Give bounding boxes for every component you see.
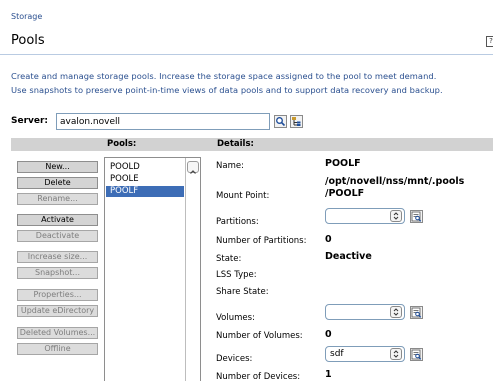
- pool-item[interactable]: POOLD: [106, 162, 184, 173]
- increase-size-button[interactable]: Increase size...: [17, 251, 98, 263]
- volumes-label: Volumes:: [216, 313, 255, 323]
- deactivate-pool-button[interactable]: Deactivate: [17, 230, 98, 242]
- offline-button[interactable]: Offline: [17, 343, 98, 355]
- devices-details-icon[interactable]: [410, 348, 423, 361]
- share-state-label: Share State:: [216, 287, 269, 297]
- properties-button[interactable]: Properties...: [17, 289, 98, 301]
- partitions-details-icon[interactable]: [410, 210, 423, 223]
- partitions-select[interactable]: [325, 208, 405, 224]
- server-label: Server:: [11, 116, 49, 126]
- state-value: Deactive: [325, 251, 372, 262]
- search-icon[interactable]: [274, 115, 287, 128]
- details-column-header: Details:: [217, 139, 254, 149]
- number-of-volumes-value: 0: [325, 329, 332, 340]
- breadcrumb[interactable]: Storage: [11, 12, 42, 21]
- description-line-1: Create and manage storage pools. Increas…: [11, 71, 437, 81]
- lss-type-label: LSS Type:: [216, 270, 257, 280]
- server-input[interactable]: [56, 113, 270, 130]
- name-label: Name:: [216, 161, 244, 171]
- devices-select[interactable]: sdf: [325, 346, 405, 362]
- scroll-up-icon[interactable]: [187, 161, 199, 174]
- volumes-select[interactable]: [325, 304, 405, 320]
- number-of-partitions-value: 0: [325, 234, 332, 245]
- pool-item-selected[interactable]: POOLF: [106, 186, 184, 197]
- pool-item[interactable]: POOLE: [106, 174, 184, 185]
- description-line-2: Use snapshots to preserve point-in-time …: [11, 85, 443, 95]
- deleted-volumes-button[interactable]: Deleted Volumes...: [17, 327, 98, 339]
- pools-list[interactable]: POOLD POOLE POOLF: [104, 157, 201, 381]
- mount-point-value-line-1: /opt/novell/nss/mnt/.pools: [325, 176, 465, 187]
- state-label: State:: [216, 254, 242, 264]
- number-of-volumes-label: Number of Volumes:: [216, 331, 303, 341]
- page-title: Pools: [11, 33, 45, 48]
- activate-pool-button[interactable]: Activate: [17, 214, 98, 226]
- new-pool-button[interactable]: New...: [17, 161, 98, 173]
- devices-label: Devices:: [216, 354, 253, 364]
- delete-pool-button[interactable]: Delete: [17, 177, 98, 189]
- volumes-details-icon[interactable]: [410, 306, 423, 319]
- pools-column-header: Pools:: [107, 139, 137, 149]
- mount-point-value-line-2: /POOLF: [325, 188, 365, 199]
- devices-select-value: sdf: [330, 349, 344, 359]
- help-icon[interactable]: ?: [486, 36, 493, 47]
- number-of-devices-value: 1: [325, 369, 332, 380]
- snapshot-button[interactable]: Snapshot...: [17, 267, 98, 279]
- update-edirectory-button[interactable]: Update eDirectory: [17, 305, 98, 317]
- browse-tree-icon[interactable]: [290, 115, 303, 128]
- column-header-band: Pools: Details:: [11, 138, 493, 151]
- mount-point-label: Mount Point:: [216, 191, 270, 201]
- name-value: POOLF: [325, 158, 361, 169]
- rename-pool-button[interactable]: Rename...: [17, 193, 98, 205]
- updown-arrows-icon: [390, 348, 402, 360]
- partitions-label: Partitions:: [216, 217, 259, 227]
- title-divider: [0, 54, 493, 55]
- updown-arrows-icon: [390, 306, 402, 318]
- updown-arrows-icon: [390, 210, 402, 222]
- number-of-partitions-label: Number of Partitions:: [216, 236, 307, 246]
- pools-scrollbar[interactable]: [185, 158, 200, 381]
- number-of-devices-label: Number of Devices:: [216, 372, 301, 381]
